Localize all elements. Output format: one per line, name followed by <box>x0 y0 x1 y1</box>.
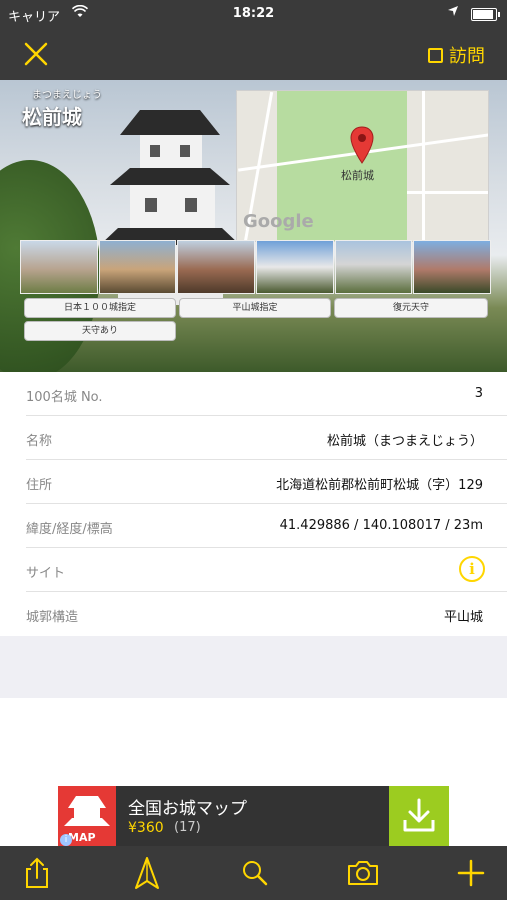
tag-badge: 平山城指定 <box>179 298 331 318</box>
location-arrow-icon <box>447 5 459 21</box>
ad-app-icon: MAP i <box>58 786 116 846</box>
map-road <box>422 91 425 241</box>
row-value: 3 <box>474 386 483 401</box>
photo-thumbnail[interactable] <box>334 240 413 294</box>
row-label: 緯度/経度/標高 <box>26 522 113 537</box>
photo-thumbnail[interactable] <box>413 240 492 294</box>
close-button[interactable] <box>18 36 54 72</box>
ad-download-button[interactable] <box>389 786 449 846</box>
download-icon <box>403 798 435 832</box>
row-value: 松前城（まつまえじょう） <box>326 434 483 449</box>
close-icon <box>24 42 48 66</box>
status-bar: キャリア 18:22 <box>0 0 507 28</box>
ad-price: ¥360 <box>128 820 164 836</box>
castle-ruby: まつまえじょう <box>32 90 102 101</box>
row-label: 名称 <box>26 434 53 449</box>
photo-thumbnail[interactable] <box>98 240 177 294</box>
table-row: 城郭構造 平山城 <box>26 592 507 636</box>
ad-icon-text: MAP <box>68 831 96 844</box>
castle-icon <box>64 796 110 826</box>
table-row: 緯度/経度/標高 41.429886 / 140.108017 / 23m <box>26 504 507 548</box>
ad-title: 全国お城マップ <box>128 799 247 819</box>
ad-review-count: (17) <box>174 820 201 835</box>
location-map[interactable]: 松前城 Google <box>236 90 489 242</box>
clock-time: 18:22 <box>232 6 275 21</box>
plus-icon[interactable] <box>454 856 488 890</box>
search-icon[interactable] <box>238 856 272 890</box>
row-label: 100名城 No. <box>26 390 103 405</box>
camera-icon[interactable] <box>346 856 380 890</box>
photo-thumbnail[interactable] <box>256 240 334 294</box>
tag-badge: 復元天守 <box>334 298 488 318</box>
table-row: 住所 北海道松前郡松前町松城（字）129 <box>26 460 507 504</box>
bottom-toolbar <box>0 846 507 900</box>
map-brand-logo: Google <box>243 211 314 232</box>
castle-name: 松前城 <box>22 105 82 129</box>
map-pin-icon[interactable] <box>349 125 375 165</box>
visit-toggle-button[interactable]: 訪問 <box>428 42 485 68</box>
section-spacer <box>0 636 507 698</box>
share-icon[interactable] <box>20 856 54 890</box>
table-row: 100名城 No. 3 <box>26 372 507 416</box>
table-row[interactable]: サイト i <box>26 548 507 592</box>
row-value: 平山城 <box>443 610 483 625</box>
app-ad-banner[interactable]: MAP i 全国お城マップ ¥360 (17) <box>58 786 449 846</box>
row-value: 北海道松前郡松前町松城（字）129 <box>276 478 483 493</box>
battery-icon <box>471 8 500 21</box>
tag-badge: 日本１００城指定 <box>24 298 176 318</box>
table-row: 名称 松前城（まつまえじょう） <box>26 416 507 460</box>
nav-bar: 訪問 <box>0 28 507 80</box>
row-label: サイト <box>26 566 66 581</box>
compass-icon[interactable] <box>130 856 164 890</box>
ad-info-icon[interactable]: i <box>60 834 72 846</box>
visit-label: 訪問 <box>449 46 485 67</box>
map-road <box>407 191 488 194</box>
castle-info-table: 100名城 No. 3 名称 松前城（まつまえじょう） 住所 北海道松前郡松前町… <box>0 372 507 636</box>
tag-badge: 天守あり <box>24 321 176 341</box>
photo-thumbnail[interactable] <box>177 240 256 294</box>
castle-hero: まつまえじょう 松前城 松前城 Google 日本１００城指定 平山城指定 復元… <box>0 80 507 372</box>
row-label: 住所 <box>26 478 53 493</box>
row-value: 41.429886 / 140.108017 / 23m <box>279 518 483 533</box>
castle-title: まつまえじょう 松前城 <box>22 86 102 130</box>
map-pin-label: 松前城 <box>341 169 374 182</box>
checkbox-icon <box>428 47 443 63</box>
photo-thumbnail[interactable] <box>20 240 98 294</box>
info-icon[interactable]: i <box>459 556 485 582</box>
row-label: 城郭構造 <box>26 610 79 625</box>
photo-strip <box>20 240 492 294</box>
